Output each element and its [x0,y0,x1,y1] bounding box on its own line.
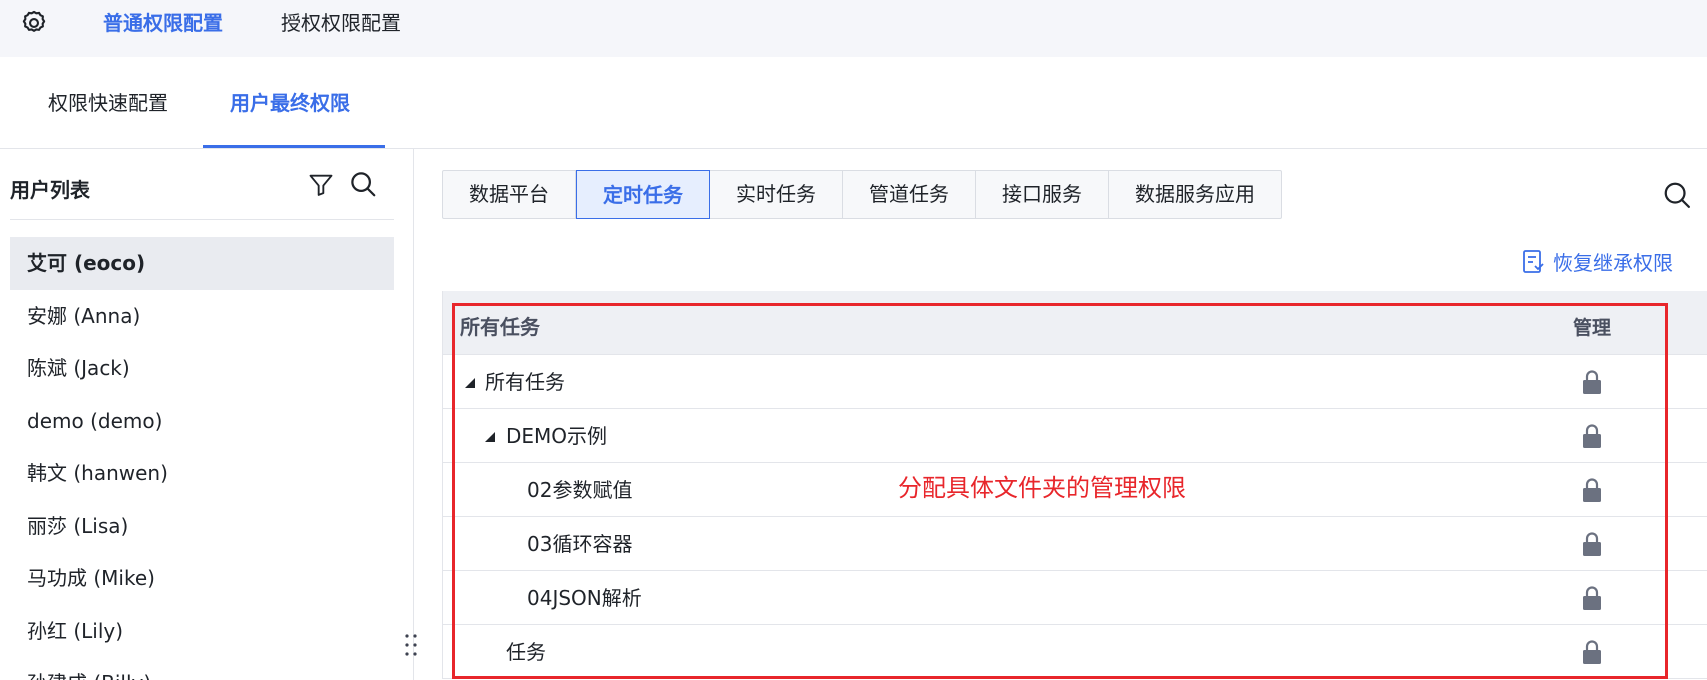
sidebar-title: 用户列表 [10,178,90,202]
table-row[interactable]: DEMO示例 [443,409,1707,463]
user-item-billy[interactable]: 孙建成 (Billy) [10,657,394,680]
lock-icon[interactable] [1581,477,1603,503]
row-label: 所有任务 [485,370,565,394]
user-item-lisa[interactable]: 丽莎 (Lisa) [10,500,394,553]
row-label: 04JSON解析 [527,586,642,610]
table-header: 所有任务 管理 [443,291,1707,355]
lock-icon[interactable] [1581,423,1603,449]
user-item-lily[interactable]: 孙红 (Lily) [10,605,394,658]
table-row[interactable]: 04JSON解析 [443,571,1707,625]
user-item-demo[interactable]: demo (demo) [10,395,394,448]
sub-tabs: 权限快速配置 用户最终权限 [0,57,1707,149]
user-item-eoco[interactable]: 艾可 (eoco) [10,237,394,290]
row-label: 02参数赋值 [527,478,633,502]
column-header-name: 所有任务 [460,315,540,339]
user-item-hanwen[interactable]: 韩文 (hanwen) [10,447,394,500]
sidebar-divider [10,219,394,220]
top-bar: 普通权限配置 授权权限配置 [0,0,1707,57]
annotation-text: 分配具体文件夹的管理权限 [898,474,1186,502]
lock-icon[interactable] [1581,531,1603,557]
tab-quick-config[interactable]: 权限快速配置 [48,90,168,116]
lock-icon[interactable] [1581,639,1603,665]
tab-realtime-task[interactable]: 实时任务 [710,171,843,218]
lock-icon[interactable] [1581,585,1603,611]
restore-label: 恢复继承权限 [1553,251,1673,275]
lock-icon[interactable] [1581,369,1603,395]
user-list: 艾可 (eoco) 安娜 (Anna) 陈斌 (Jack) demo (demo… [10,237,394,680]
row-label: 任务 [506,640,546,664]
tab-api-service[interactable]: 接口服务 [976,171,1109,218]
tab-data-service-app[interactable]: 数据服务应用 [1109,171,1281,218]
search-icon[interactable] [1662,180,1692,210]
gear-icon[interactable] [20,9,48,37]
filter-icon[interactable] [307,171,335,199]
tab-pipeline-task[interactable]: 管道任务 [843,171,976,218]
row-label: DEMO示例 [506,424,608,448]
category-tabs: 数据平台 定时任务 实时任务 管道任务 接口服务 数据服务应用 [442,170,1282,219]
user-item-mike[interactable]: 马功成 (Mike) [10,552,394,605]
user-sidebar: 用户列表 艾可 (eoco) 安娜 (Anna) 陈斌 (Jack) demo … [0,149,414,680]
table-row[interactable]: 所有任务 [443,355,1707,409]
column-header-manage: 管理 [1573,317,1612,339]
search-icon[interactable] [348,169,378,199]
resize-handle-icon[interactable] [402,632,420,658]
tab-data-platform[interactable]: 数据平台 [443,171,576,218]
expand-caret-icon[interactable] [485,432,495,442]
row-label: 03循环容器 [527,532,633,556]
restore-inherit-button[interactable]: 恢复继承权限 [1521,247,1673,276]
table-row[interactable]: 任务 [443,625,1707,679]
tab-scheduled-task[interactable]: 定时任务 [576,170,710,219]
tab-authorize-permission[interactable]: 授权权限配置 [281,10,401,36]
table-row[interactable]: 03循环容器 [443,517,1707,571]
tab-normal-permission[interactable]: 普通权限配置 [103,10,223,36]
active-tab-indicator [203,145,385,148]
user-item-anna[interactable]: 安娜 (Anna) [10,290,394,343]
tab-user-final-permission[interactable]: 用户最终权限 [230,90,350,116]
user-item-jack[interactable]: 陈斌 (Jack) [10,342,394,395]
restore-icon [1523,249,1544,273]
expand-caret-icon[interactable] [465,378,475,388]
